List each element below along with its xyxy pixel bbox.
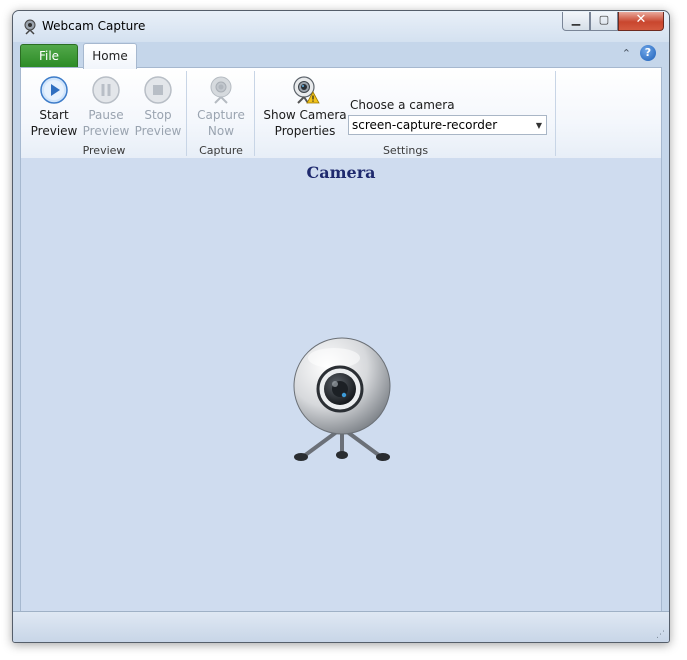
pause-preview-button[interactable]: Pause Preview — [81, 75, 131, 139]
stop-icon — [144, 76, 172, 104]
show-camera-properties-label-1: Show Camera — [263, 108, 347, 122]
play-icon — [40, 76, 68, 104]
collapse-ribbon-icon[interactable]: ⌃ — [622, 47, 631, 60]
camera-select[interactable]: screen-capture-recorder ▼ — [348, 115, 547, 135]
group-preview: Start Preview Pause Preview Stop Preview — [21, 68, 187, 159]
start-preview-label-1: Start — [39, 108, 69, 122]
window-title: Webcam Capture — [42, 19, 146, 33]
minimize-button[interactable]: ▁ — [562, 12, 590, 31]
show-camera-properties-label-2: Properties — [274, 124, 336, 138]
tab-home[interactable]: Home — [83, 43, 137, 69]
show-camera-properties-button[interactable]: Show Camera Properties — [260, 75, 350, 139]
ribbon-tab-bar: File Home ⌃ ? — [20, 43, 662, 69]
pause-preview-label-1: Pause — [88, 108, 124, 122]
close-icon: ✕ — [635, 12, 647, 27]
stop-preview-label-1: Stop — [144, 108, 172, 122]
minimize-icon: ▁ — [571, 13, 581, 26]
group-label-settings: Settings — [382, 144, 429, 157]
start-preview-label-2: Preview — [30, 124, 78, 138]
choose-camera-label: Choose a camera — [350, 98, 455, 112]
camera-select-value: screen-capture-recorder — [352, 118, 498, 132]
stop-preview-button[interactable]: Stop Preview — [133, 75, 183, 139]
capture-now-label-2: Now — [207, 124, 235, 138]
start-preview-button[interactable]: Start Preview — [29, 75, 79, 139]
webcam-icon — [210, 76, 232, 104]
ribbon-panel: Start Preview Pause Preview Stop Preview — [20, 67, 662, 160]
group-settings: Show Camera Properties Choose a camera s… — [255, 68, 556, 159]
close-button[interactable]: ✕ — [618, 12, 664, 31]
maximize-button[interactable]: ▢ — [590, 12, 618, 31]
chevron-down-icon: ▼ — [535, 121, 542, 130]
webcam-app-icon — [24, 19, 36, 35]
status-bar: ⋰ — [13, 611, 669, 642]
tab-file[interactable]: File — [20, 44, 78, 68]
capture-now-button[interactable]: Capture Now — [196, 75, 246, 139]
resize-grip-icon[interactable]: ⋰ — [656, 630, 665, 640]
help-icon[interactable]: ? — [640, 45, 656, 61]
group-label-capture: Capture — [199, 144, 243, 157]
group-capture: Capture Now Capture — [187, 68, 255, 159]
group-label-preview: Preview — [82, 144, 126, 157]
window-controls: ▁ ▢ ✕ — [562, 12, 664, 31]
webcam-warning-icon — [293, 76, 320, 104]
camera-view: Camera — [20, 158, 662, 612]
webcam-illustration-icon — [293, 337, 391, 461]
stop-preview-label-2: Preview — [134, 124, 182, 138]
app-window: Webcam Capture ▁ ▢ ✕ File Home ⌃ ? Start… — [12, 10, 670, 643]
camera-view-title: Camera — [306, 163, 376, 182]
maximize-icon: ▢ — [598, 13, 610, 26]
capture-now-label-1: Capture — [197, 108, 245, 122]
ribbon-utility: ⌃ ? — [622, 45, 656, 61]
pause-icon — [92, 76, 120, 104]
pause-preview-label-2: Preview — [82, 124, 130, 138]
title-bar: Webcam Capture ▁ ▢ ✕ — [13, 11, 669, 42]
group-separator — [555, 71, 556, 156]
